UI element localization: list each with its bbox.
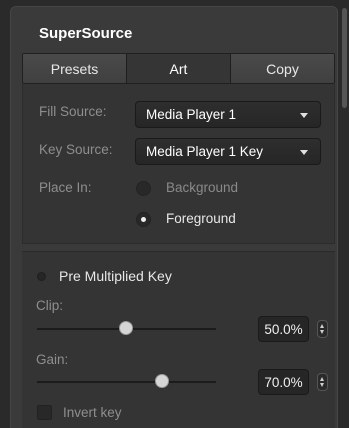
tab-presets[interactable]: Presets: [23, 54, 127, 83]
clip-label: Clip:: [36, 298, 64, 313]
gain-value-field[interactable]: 70.0%: [258, 369, 309, 395]
radio-background-label: Background: [166, 180, 239, 195]
gain-slider-track[interactable]: [37, 381, 216, 383]
invert-key-checkbox[interactable]: [37, 405, 52, 420]
tab-copy[interactable]: Copy: [231, 54, 334, 83]
place-in-label: Place In:: [39, 180, 92, 195]
radio-background[interactable]: [136, 181, 151, 196]
stepper-down-icon[interactable]: [320, 383, 324, 387]
fill-source-dropdown[interactable]: Media Player 1: [135, 101, 321, 128]
key-source-dropdown[interactable]: Media Player 1 Key: [135, 138, 321, 165]
key-source-label: Key Source:: [39, 142, 113, 157]
chevron-down-icon: [300, 113, 308, 118]
chevron-down-icon: [300, 150, 308, 155]
art-settings-section: Fill Source: Media Player 1 Key Source: …: [22, 84, 335, 244]
pre-multiplied-key-toggle[interactable]: [37, 272, 46, 281]
gain-slider-thumb[interactable]: [155, 374, 169, 388]
tab-art[interactable]: Art: [127, 54, 231, 83]
radio-foreground[interactable]: [136, 212, 151, 227]
gain-label: Gain:: [36, 352, 69, 367]
radio-foreground-label: Foreground: [166, 211, 236, 226]
panel-title: SuperSource: [39, 25, 133, 42]
tab-bar: Presets Art Copy: [22, 53, 335, 84]
clip-value-field[interactable]: 50.0%: [258, 316, 309, 342]
invert-key-label: Invert key: [63, 405, 122, 420]
stepper-up-icon[interactable]: [320, 377, 324, 381]
stepper-up-icon[interactable]: [320, 324, 324, 328]
fill-source-label: Fill Source:: [39, 104, 107, 119]
stepper-down-icon[interactable]: [320, 330, 324, 334]
gain-stepper-icon[interactable]: [317, 373, 328, 391]
key-source-value: Media Player 1 Key: [146, 144, 264, 159]
pre-multiplied-key-label: Pre Multiplied Key: [59, 268, 172, 284]
supersource-panel: SuperSource Presets Art Copy Fill Source…: [10, 6, 338, 428]
fill-source-value: Media Player 1: [146, 107, 237, 122]
clip-stepper-icon[interactable]: [317, 320, 328, 338]
panel-scrollbar[interactable]: [342, 8, 347, 108]
key-settings-section: Pre Multiplied Key Clip: 50.0% Gain: 70.…: [22, 252, 335, 428]
clip-slider-thumb[interactable]: [119, 321, 133, 335]
